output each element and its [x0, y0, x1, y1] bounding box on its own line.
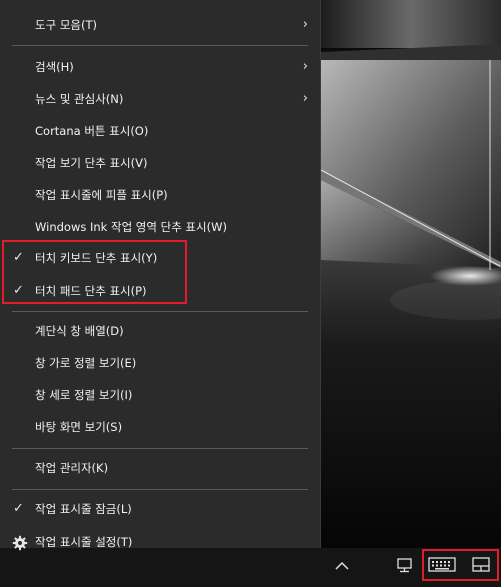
- chevron-right-icon: ›: [302, 17, 308, 32]
- menu-item-show-people[interactable]: 작업 표시줄에 피플 표시(P): [0, 180, 320, 210]
- menu-item-news-interests[interactable]: 뉴스 및 관심사(N) ›: [0, 84, 320, 114]
- menu-item-toolbars[interactable]: 도구 모음(T) ›: [0, 10, 320, 40]
- menu-item-label: 계단식 창 배열(D): [35, 324, 124, 338]
- tray-highlight-box: [422, 549, 499, 581]
- menu-item-task-manager[interactable]: 작업 관리자(K): [0, 453, 320, 483]
- menu-item-label: 창 세로 정렬 보기(I): [35, 388, 133, 402]
- menu-item-label: 검색(H): [35, 60, 74, 74]
- menu-item-side-by-side[interactable]: 창 세로 정렬 보기(I): [0, 380, 320, 410]
- menu-item-label: Cortana 버튼 표시(O): [35, 124, 149, 138]
- menu-separator: [12, 311, 308, 312]
- menu-item-label: 도구 모음(T): [35, 18, 97, 32]
- menu-item-label: 뉴스 및 관심사(N): [35, 92, 124, 106]
- check-icon: ✓: [13, 501, 24, 516]
- menu-item-label: 바탕 화면 보기(S): [35, 420, 123, 434]
- menu-item-label: Windows Ink 작업 영역 단추 표시(W): [35, 220, 227, 234]
- menu-item-label: 작업 표시줄 잠금(L): [35, 502, 132, 516]
- chevron-up-icon[interactable]: [331, 552, 353, 580]
- menu-item-show-desktop[interactable]: 바탕 화면 보기(S): [0, 412, 320, 442]
- gear-icon: [12, 535, 28, 551]
- menu-item-show-cortana[interactable]: Cortana 버튼 표시(O): [0, 116, 320, 146]
- menu-separator: [12, 448, 308, 449]
- menu-item-cascade-windows[interactable]: 계단식 창 배열(D): [0, 316, 320, 346]
- menu-item-taskbar-settings[interactable]: 작업 표시줄 설정(T): [0, 527, 320, 557]
- taskbar-context-menu: 도구 모음(T) › 검색(H) › 뉴스 및 관심사(N) › Cortana…: [0, 0, 321, 551]
- menu-item-label: 작업 표시줄 설정(T): [35, 535, 133, 549]
- menu-item-label: 작업 관리자(K): [35, 461, 109, 475]
- menu-highlight-box: [2, 240, 187, 304]
- menu-separator: [12, 45, 308, 46]
- chevron-right-icon: ›: [302, 91, 308, 106]
- menu-item-search[interactable]: 검색(H) ›: [0, 52, 320, 82]
- menu-item-stack-windows[interactable]: 창 가로 정렬 보기(E): [0, 348, 320, 378]
- network-icon[interactable]: [395, 556, 415, 576]
- menu-item-show-task-view[interactable]: 작업 보기 단추 표시(V): [0, 148, 320, 178]
- menu-item-windows-ink[interactable]: Windows Ink 작업 영역 단추 표시(W): [0, 212, 320, 242]
- menu-item-label: 창 가로 정렬 보기(E): [35, 356, 137, 370]
- chevron-right-icon: ›: [302, 59, 308, 74]
- menu-item-lock-taskbar[interactable]: ✓ 작업 표시줄 잠금(L): [0, 494, 320, 524]
- menu-item-label: 작업 표시줄에 피플 표시(P): [35, 188, 168, 202]
- menu-separator: [12, 489, 308, 490]
- menu-item-label: 작업 보기 단추 표시(V): [35, 156, 148, 170]
